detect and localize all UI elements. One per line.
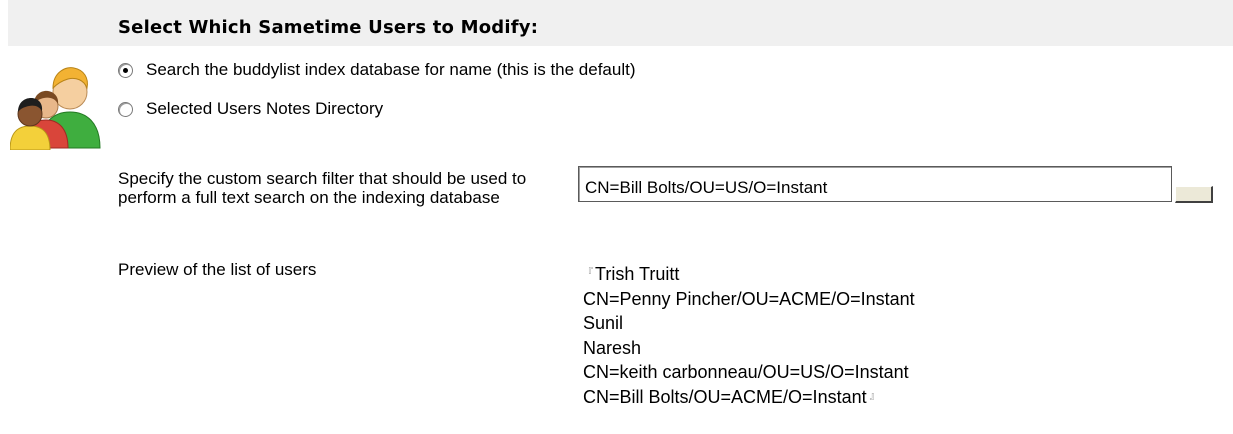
radio-label-notes-directory: Selected Users Notes Directory: [146, 99, 384, 118]
radio-option-buddylist[interactable]: Search the buddylist index database for …: [118, 58, 636, 82]
radio-option-notes-directory[interactable]: Selected Users Notes Directory: [118, 97, 383, 121]
preview-user-item: Sunil: [583, 313, 624, 333]
radio-button-notes-directory[interactable]: [118, 101, 133, 117]
preview-user-item: CN=Bill Bolts/OU=ACME/O=Instant』: [583, 385, 915, 410]
sametime-users-page: Select Which Sametime Users to Modify: S…: [0, 0, 1233, 434]
search-filter-label: Specify the custom search filter that sh…: [118, 169, 527, 207]
preview-user-item: 『Trish Truitt: [583, 262, 915, 287]
users-group-icon: [10, 67, 101, 150]
preview-user-list: 『Trish Truitt CN=Penny Pincher/OU=ACME/O…: [583, 262, 915, 409]
preview-user-item: CN=Penny Pincher/OU=ACME/O=Instant: [583, 288, 915, 309]
filter-action-button[interactable]: [1175, 186, 1213, 203]
preview-user-item: CN=keith carbonneau/OU=US/O=Instant: [583, 362, 909, 382]
section-title: Select Which Sametime Users to Modify:: [118, 17, 539, 38]
field-start-corner-icon: 『: [583, 268, 593, 279]
field-end-corner-icon: 』: [869, 390, 880, 402]
preview-label: Preview of the list of users: [118, 260, 317, 279]
preview-user-item: Naresh: [583, 337, 642, 358]
radio-label-buddylist: Search the buddylist index database for …: [146, 60, 636, 79]
radio-button-buddylist[interactable]: [118, 62, 133, 78]
search-filter-input[interactable]: [578, 166, 1172, 202]
